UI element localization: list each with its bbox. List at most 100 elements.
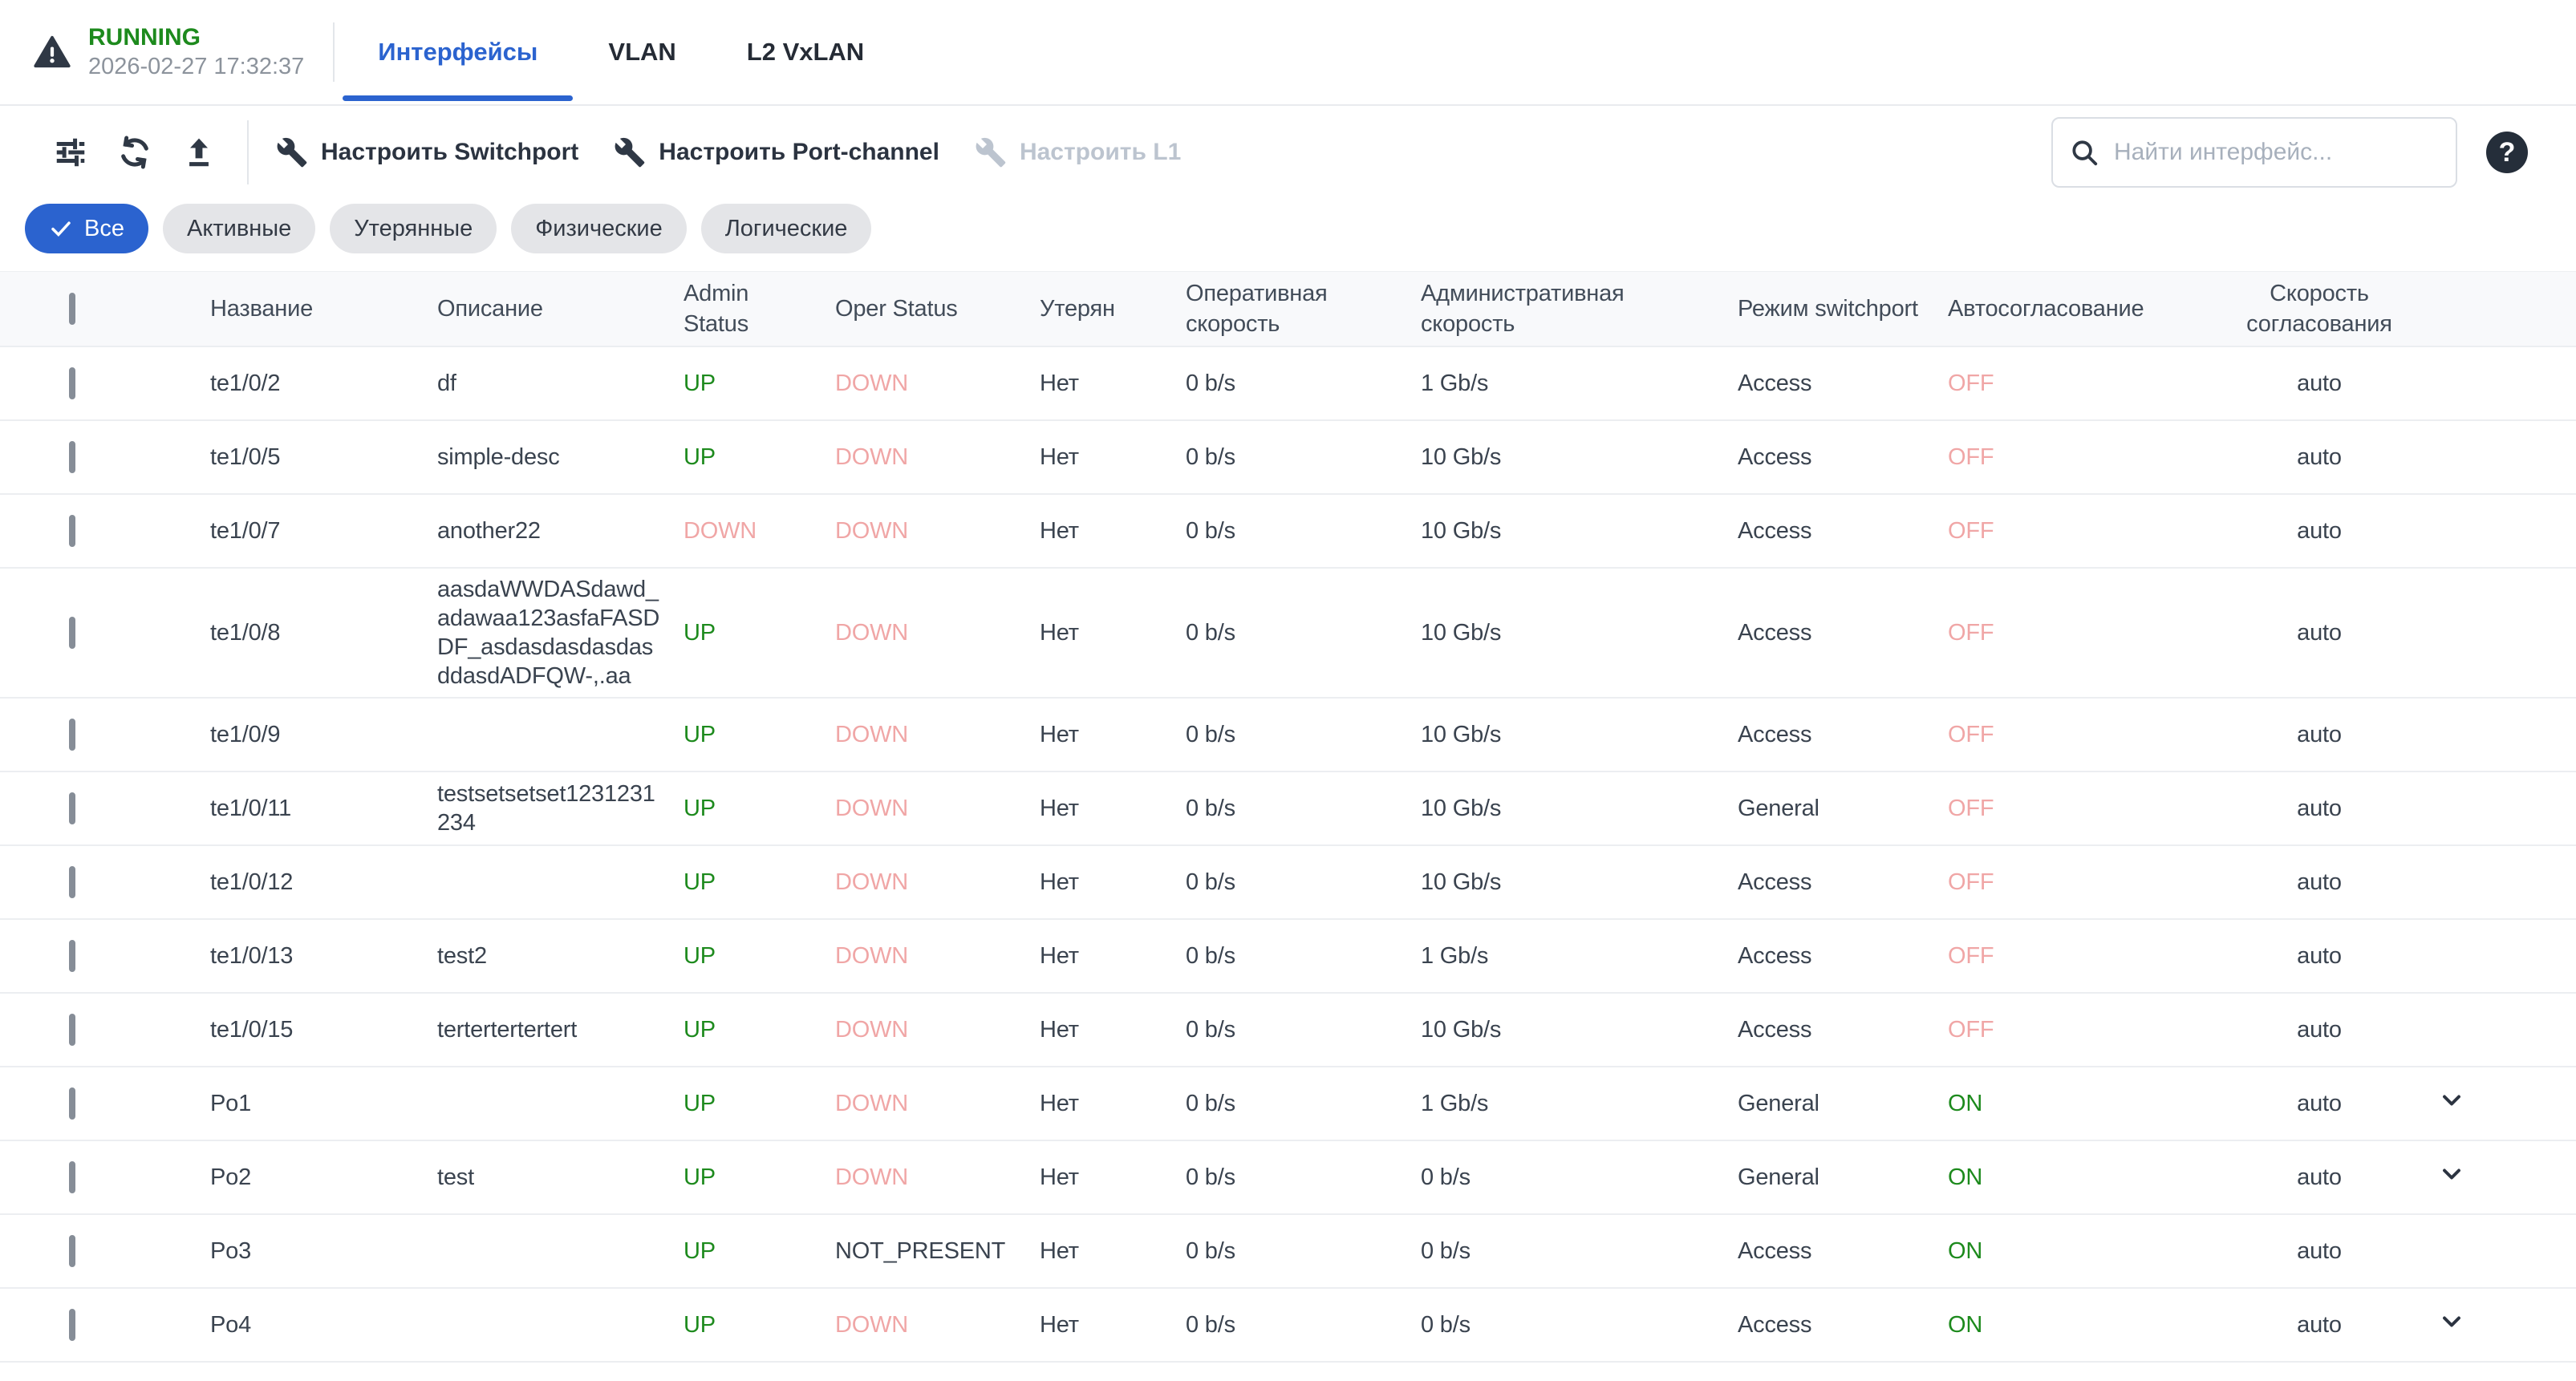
oper-speed: 0 b/s [1186, 1164, 1421, 1191]
col-switchport-mode: Режим switchport [1738, 294, 1948, 324]
filter-lost[interactable]: Утерянные [330, 204, 497, 253]
autoneg: OFF [1948, 1017, 2227, 1043]
interface-name: te1/0/13 [210, 943, 437, 970]
row-checkbox[interactable] [69, 866, 75, 898]
divider [333, 22, 335, 82]
interface-name: te1/0/12 [210, 869, 437, 896]
autoneg: ON [1948, 1312, 2227, 1338]
lost: Нет [1040, 620, 1186, 646]
oper-speed: 0 b/s [1186, 796, 1421, 822]
filter-active[interactable]: Активные [163, 204, 315, 253]
row-checkbox[interactable] [69, 367, 75, 399]
table-row[interactable]: te1/0/12UPDOWNНет0 b/s10 Gb/sAccessOFFau… [0, 846, 2576, 920]
switchport-mode: Access [1738, 371, 1948, 397]
autoneg: OFF [1948, 722, 2227, 748]
row-checkbox[interactable] [69, 1235, 75, 1267]
switchport-mode: Access [1738, 869, 1948, 896]
search-input[interactable] [2114, 139, 2440, 166]
row-checkbox[interactable] [69, 1309, 75, 1341]
wrench-icon [614, 136, 646, 168]
help-icon[interactable]: ? [2486, 132, 2528, 173]
table-row[interactable]: te1/0/9UPDOWNНет0 b/s10 Gb/sAccessOFFaut… [0, 699, 2576, 772]
tab-vlan[interactable]: VLAN [573, 0, 711, 104]
col-oper-status: Oper Status [835, 294, 1040, 324]
col-neg-speed: Скорость согласования [2227, 278, 2412, 339]
admin-status: UP [684, 444, 835, 471]
lost: Нет [1040, 796, 1186, 822]
configure-portchannel-button[interactable]: Настроить Port-channel [614, 136, 939, 168]
filter-all[interactable]: Все [25, 204, 148, 253]
row-expander[interactable] [2412, 1307, 2492, 1343]
oper-status: NOT_PRESENT [835, 1238, 1040, 1265]
interface-name: Po4 [210, 1312, 437, 1338]
interface-name: te1/0/2 [210, 371, 437, 397]
row-checkbox[interactable] [69, 792, 75, 824]
neg-speed: auto [2227, 518, 2412, 545]
row-checkbox[interactable] [69, 1161, 75, 1193]
autoneg: OFF [1948, 620, 2227, 646]
table-row[interactable]: Po1UPDOWNНет0 b/s1 Gb/sGeneralONauto [0, 1067, 2576, 1141]
search-box [2051, 117, 2457, 188]
admin-speed: 0 b/s [1421, 1164, 1738, 1191]
row-checkbox[interactable] [69, 515, 75, 547]
interface-description: test [437, 1163, 684, 1192]
table-row[interactable]: te1/0/2dfUPDOWNНет0 b/s1 Gb/sAccessOFFau… [0, 347, 2576, 421]
admin-status: UP [684, 943, 835, 970]
admin-speed: 10 Gb/s [1421, 796, 1738, 822]
col-lost: Утерян [1040, 294, 1186, 324]
admin-speed: 10 Gb/s [1421, 722, 1738, 748]
wrench-icon [276, 136, 308, 168]
table-row[interactable]: te1/0/13test2UPDOWNНет0 b/s1 Gb/sAccessO… [0, 920, 2576, 994]
device-status: RUNNING 2026-02-27 17:32:37 [0, 0, 304, 104]
admin-status: UP [684, 620, 835, 646]
switchport-mode: Access [1738, 518, 1948, 545]
row-checkbox[interactable] [69, 940, 75, 972]
oper-speed: 0 b/s [1186, 371, 1421, 397]
row-checkbox[interactable] [69, 719, 75, 751]
row-checkbox[interactable] [69, 1014, 75, 1046]
upload-icon[interactable] [180, 133, 218, 172]
select-all-checkbox[interactable] [69, 293, 75, 325]
admin-speed: 0 b/s [1421, 1238, 1738, 1265]
table-row[interactable]: te1/0/15tertertertertertUPDOWNНет0 b/s10… [0, 994, 2576, 1067]
table-row[interactable]: Po3UPNOT_PRESENTНет0 b/s0 b/sAccessONaut… [0, 1215, 2576, 1289]
table-row[interactable]: te1/0/8aasdaWWDASdawd_adawaa123asfaFASDD… [0, 569, 2576, 699]
row-expander[interactable] [2412, 1160, 2492, 1195]
admin-status: UP [684, 869, 835, 896]
oper-status: DOWN [835, 1017, 1040, 1043]
neg-speed: auto [2227, 1164, 2412, 1191]
divider [247, 120, 249, 184]
interface-name: te1/0/7 [210, 518, 437, 545]
table-row[interactable]: te1/0/11testsetsetset1231231234UPDOWNНет… [0, 772, 2576, 846]
table-row[interactable]: Po2testUPDOWNНет0 b/s0 b/sGeneralONauto [0, 1141, 2576, 1215]
switchport-mode: Access [1738, 620, 1948, 646]
configure-switchport-button[interactable]: Настроить Switchport [276, 136, 578, 168]
admin-speed: 0 b/s [1421, 1312, 1738, 1338]
oper-speed: 0 b/s [1186, 444, 1421, 471]
table-row[interactable]: Po4UPDOWNНет0 b/s0 b/sAccessONauto [0, 1289, 2576, 1363]
row-expander[interactable] [2412, 1086, 2492, 1121]
refresh-icon[interactable] [116, 133, 154, 172]
autoneg: OFF [1948, 444, 2227, 471]
switchport-mode: Access [1738, 943, 1948, 970]
row-checkbox[interactable] [69, 1087, 75, 1120]
admin-speed: 10 Gb/s [1421, 1017, 1738, 1043]
table-row[interactable]: te1/0/5simple-descUPDOWNНет0 b/s10 Gb/sA… [0, 421, 2576, 495]
row-checkbox[interactable] [69, 617, 75, 649]
lost: Нет [1040, 444, 1186, 471]
table-row[interactable]: te1/0/7another22DOWNDOWNНет0 b/s10 Gb/sA… [0, 495, 2576, 569]
col-admin-status: Admin Status [684, 278, 835, 339]
filter-physical[interactable]: Физические [511, 204, 687, 253]
switchport-mode: General [1738, 796, 1948, 822]
autoneg: ON [1948, 1091, 2227, 1117]
tune-icon[interactable] [51, 133, 90, 172]
status-state: RUNNING [88, 23, 304, 52]
oper-speed: 0 b/s [1186, 722, 1421, 748]
filter-logical[interactable]: Логические [701, 204, 872, 253]
admin-status: UP [684, 1312, 835, 1338]
neg-speed: auto [2227, 1238, 2412, 1265]
tab-l2vxlan[interactable]: L2 VxLAN [712, 0, 899, 104]
row-checkbox[interactable] [69, 441, 75, 473]
tab-interfaces[interactable]: Интерфейсы [343, 0, 573, 104]
neg-speed: auto [2227, 943, 2412, 970]
